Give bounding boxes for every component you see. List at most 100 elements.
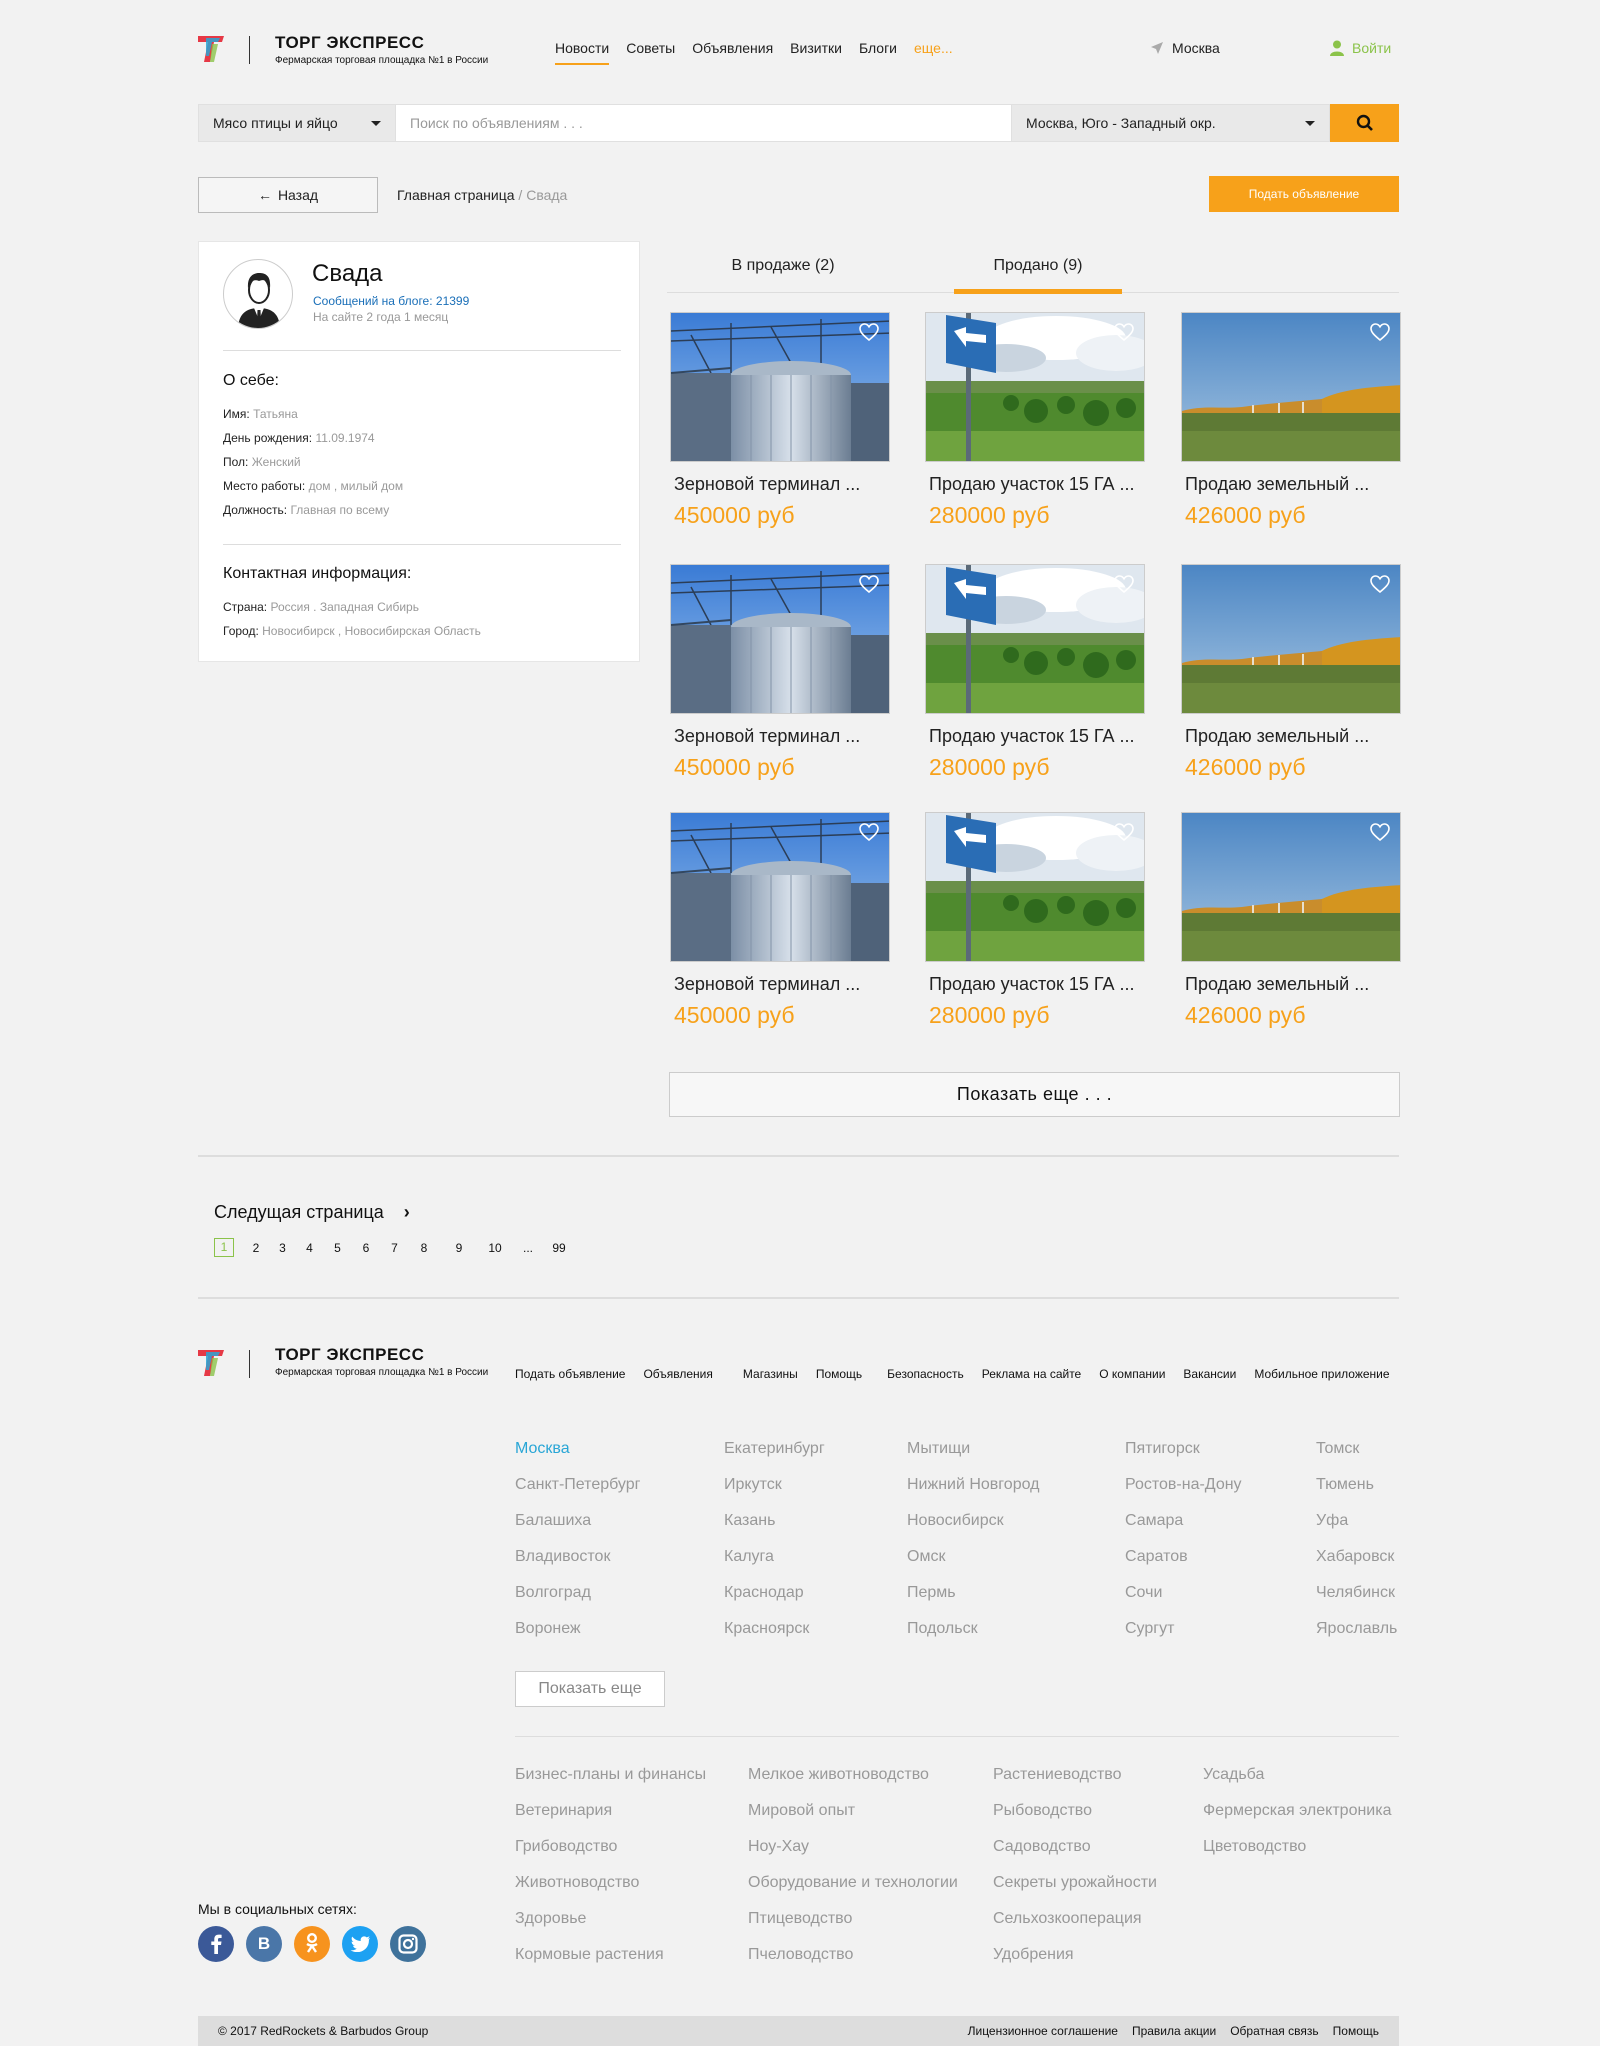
post-ad-button[interactable]: Подать объявление (1209, 176, 1399, 212)
listing-title[interactable]: Продаю участок 15 ГА ... (929, 974, 1134, 995)
page-link[interactable]: 99 (544, 1241, 574, 1255)
footer-logo-icon[interactable] (198, 1348, 226, 1378)
city-selector[interactable]: Москва (1150, 40, 1220, 56)
page-link[interactable]: 4 (295, 1241, 324, 1255)
category-link[interactable]: Сельхозкооперация (993, 1901, 1157, 1937)
city-link[interactable]: Пятигорск (1125, 1431, 1242, 1467)
bottom-link[interactable]: Лицензионное соглашение (968, 2024, 1118, 2038)
tab-for-sale[interactable]: В продаже (2) (700, 257, 866, 275)
heart-icon[interactable] (1370, 823, 1390, 842)
city-link[interactable]: Омск (907, 1539, 1039, 1575)
category-link[interactable]: Бизнес-планы и финансы (515, 1757, 706, 1793)
vk-icon[interactable]: B (246, 1926, 282, 1962)
city-link[interactable]: Волгоград (515, 1575, 640, 1611)
category-link[interactable]: Оборудование и технологии (748, 1865, 958, 1901)
listing-title[interactable]: Продаю участок 15 ГА ... (929, 726, 1134, 747)
city-link[interactable]: Ярославль (1316, 1611, 1397, 1647)
listing-title[interactable]: Зерновой терминал ... (674, 974, 860, 995)
city-link[interactable]: Воронеж (515, 1611, 640, 1647)
bottom-link[interactable]: Правила акции (1132, 2024, 1216, 2038)
city-link[interactable]: Уфа (1316, 1503, 1397, 1539)
city-link[interactable]: Саратов (1125, 1539, 1242, 1575)
category-link[interactable]: Животноводство (515, 1865, 706, 1901)
city-link[interactable]: Челябинск (1316, 1575, 1397, 1611)
listing-image[interactable] (1181, 312, 1401, 462)
city-link[interactable]: Пермь (907, 1575, 1039, 1611)
listing-title[interactable]: Продаю земельный ... (1185, 474, 1369, 495)
category-link[interactable]: Садоводство (993, 1829, 1157, 1865)
category-link[interactable]: Кормовые растения (515, 1937, 706, 1973)
footer-link[interactable]: Подать объявление (515, 1367, 625, 1381)
bottom-link[interactable]: Помощь (1333, 2024, 1379, 2038)
page-link[interactable]: 7 (381, 1241, 408, 1255)
listing-card[interactable]: Продаю земельный ... 426000 руб (1181, 564, 1401, 780)
cities-show-more-button[interactable]: Показать еще (515, 1671, 665, 1707)
heart-icon[interactable] (1370, 323, 1390, 342)
city-link[interactable]: Хабаровск (1316, 1539, 1397, 1575)
page-link[interactable]: 9 (440, 1241, 478, 1255)
category-link[interactable]: Здоровье (515, 1901, 706, 1937)
listing-image[interactable] (925, 312, 1145, 462)
listing-title[interactable]: Продаю земельный ... (1185, 726, 1369, 747)
nav-item-cards[interactable]: Визитки (790, 40, 842, 62)
listing-card[interactable]: Продаю участок 15 ГА ... 280000 руб (925, 812, 1145, 1028)
page-link[interactable]: 6 (351, 1241, 381, 1255)
nav-item-ads[interactable]: Объявления (692, 40, 773, 62)
listing-card[interactable]: Продаю участок 15 ГА ... 280000 руб (925, 564, 1145, 780)
category-link[interactable]: Ветеринария (515, 1793, 706, 1829)
listing-image[interactable] (1181, 564, 1401, 714)
listing-title[interactable]: Зерновой терминал ... (674, 726, 860, 747)
heart-icon[interactable] (1370, 575, 1390, 594)
city-link[interactable]: Сургут (1125, 1611, 1242, 1647)
page-link[interactable]: 8 (408, 1241, 440, 1255)
listing-image[interactable] (925, 564, 1145, 714)
listing-card[interactable]: Продаю участок 15 ГА ... 280000 руб (925, 312, 1145, 528)
city-link[interactable]: Ростов-на-Дону (1125, 1467, 1242, 1503)
city-link[interactable]: Калуга (724, 1539, 825, 1575)
brand-name[interactable]: ТОРГ ЭКСПРЕСС (275, 33, 424, 53)
category-link[interactable]: Цветоводство (1203, 1829, 1392, 1865)
footer-link[interactable]: Магазины (743, 1367, 798, 1381)
footer-link[interactable]: О компании (1099, 1367, 1165, 1381)
listing-image[interactable] (925, 812, 1145, 962)
page-link[interactable]: 10 (478, 1241, 512, 1255)
city-link[interactable]: Владивосток (515, 1539, 640, 1575)
login-link[interactable]: Войти (1330, 40, 1391, 56)
category-link[interactable]: Удобрения (993, 1937, 1157, 1973)
listing-title[interactable]: Продаю земельный ... (1185, 974, 1369, 995)
footer-link[interactable]: Мобильное приложение (1254, 1367, 1389, 1381)
category-link[interactable]: Пчеловодство (748, 1937, 958, 1973)
city-link[interactable]: Томск (1316, 1431, 1397, 1467)
listing-card[interactable]: Продаю земельный ... 426000 руб (1181, 312, 1401, 528)
category-link[interactable]: Рыбоводство (993, 1793, 1157, 1829)
heart-icon[interactable] (1114, 823, 1134, 842)
city-link[interactable]: Новосибирск (907, 1503, 1039, 1539)
show-more-button[interactable]: Показать еще . . . (669, 1072, 1400, 1117)
city-link[interactable]: Санкт-Петербург (515, 1467, 640, 1503)
city-link[interactable]: Красноярск (724, 1611, 825, 1647)
nav-item-news[interactable]: Новости (555, 40, 610, 65)
listing-image[interactable] (1181, 812, 1401, 962)
twitter-icon[interactable] (342, 1926, 378, 1962)
search-input[interactable]: Поиск по объявлениям . . . (396, 104, 1012, 142)
category-link[interactable]: Грибоводство (515, 1829, 706, 1865)
city-link[interactable]: Мытищи (907, 1431, 1039, 1467)
listing-card[interactable]: Зерновой терминал ... 450000 руб (670, 564, 890, 780)
footer-link[interactable]: Реклама на сайте (982, 1367, 1082, 1381)
category-link[interactable]: Мировой опыт (748, 1793, 958, 1829)
category-link[interactable]: Фермерская электроника (1203, 1793, 1392, 1829)
listing-image[interactable] (670, 312, 890, 462)
page-link[interactable]: 5 (324, 1241, 351, 1255)
tab-sold[interactable]: Продано (9) (954, 257, 1122, 275)
heart-icon[interactable] (859, 323, 879, 342)
facebook-icon[interactable] (198, 1926, 234, 1962)
category-link[interactable]: Растениеводство (993, 1757, 1157, 1793)
city-link[interactable]: Подольск (907, 1611, 1039, 1647)
footer-link[interactable]: Объявления (643, 1367, 712, 1381)
odnoklassniki-icon[interactable] (294, 1926, 330, 1962)
city-link[interactable]: Сочи (1125, 1575, 1242, 1611)
city-link[interactable]: Екатеринбург (724, 1431, 825, 1467)
profile-posts-link[interactable]: Сообщений на блоге: 21399 (313, 294, 469, 308)
footer-link[interactable]: Безопасность (887, 1367, 964, 1381)
next-page-link[interactable]: Следущая страница › (214, 1202, 410, 1223)
